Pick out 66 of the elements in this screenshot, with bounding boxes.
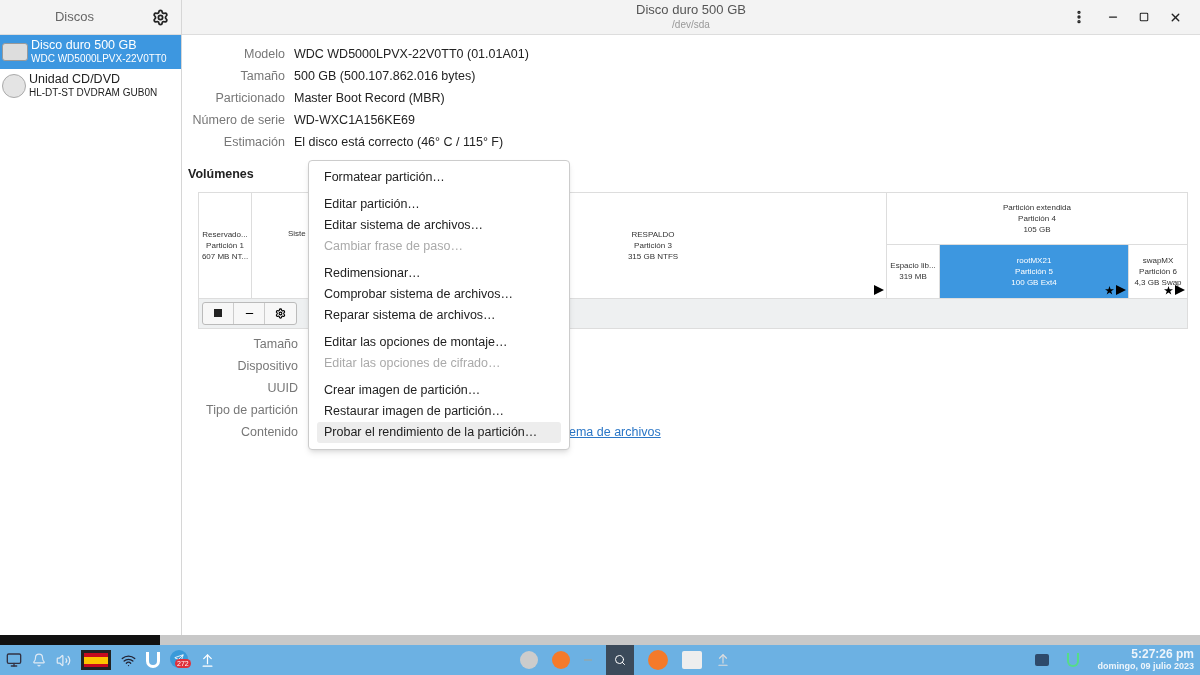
partition-label: Espacio lib... (890, 260, 936, 272)
desktop-icon[interactable] (6, 652, 22, 668)
partition-block[interactable]: Espacio lib... 319 MB (887, 244, 940, 298)
wifi-icon[interactable] (121, 652, 136, 668)
filesystem-link[interactable]: ema de archivos (569, 423, 661, 443)
gears-icon (275, 307, 286, 319)
partition-label: 100 GB Ext4 (1011, 276, 1057, 288)
menu-item[interactable]: Probar el rendimiento de la partición… (317, 422, 561, 443)
field-label: Número de serie (191, 111, 285, 129)
partition-label: rootMX21 (1016, 254, 1052, 266)
menu-item[interactable]: Restaurar imagen de partición… (317, 401, 561, 422)
stop-icon (214, 309, 222, 318)
search-icon (614, 654, 626, 666)
partition-label: 4,3 GB Swap (1134, 276, 1182, 288)
partition-label: 105 GB (1023, 223, 1051, 235)
disk-name: Disco duro 500 GB (31, 39, 138, 52)
partition-label: Siste (288, 227, 306, 239)
disk-model: HL-DT-ST DVDRAM GUB0N (29, 86, 158, 99)
search-app-button[interactable] (606, 645, 634, 675)
partition-block[interactable]: swapMX Partición 6 4,3 GB Swap (1129, 244, 1187, 298)
maximize-icon[interactable] (1139, 12, 1149, 22)
eject-icon[interactable] (200, 652, 215, 668)
field-label: Tipo de partición (205, 402, 298, 420)
field-label: UUID (266, 380, 298, 398)
hard-drive-icon (2, 43, 28, 61)
field-value: WD-WXC1A156KE69 (294, 111, 415, 129)
field-label: Tamaño (239, 67, 285, 85)
partition-label: Partición 6 (1139, 265, 1177, 277)
window-title: Disco duro 500 GB (636, 2, 746, 17)
partition-label: 315 GB NTFS (627, 250, 679, 262)
field-label: Contenido (240, 424, 298, 442)
field-value: 500 GB (500.107.862.016 bytes) (294, 67, 476, 85)
menu-item[interactable]: Reparar sistema de archivos… (317, 305, 561, 326)
partition-label: Partición extendida (1002, 201, 1071, 213)
settings-icon[interactable] (152, 8, 169, 26)
partition-block[interactable]: Partición extendida Partición 4 105 GB (887, 192, 1187, 245)
field-label: Estimación (222, 133, 285, 151)
partition-label: 607 MB NT... (201, 250, 249, 262)
window-subtitle: /dev/sda (672, 18, 710, 32)
menu-item[interactable]: Formatear partición… (317, 167, 561, 188)
partition-label: Partición 1 (206, 239, 244, 251)
sidebar-title: Discos (55, 8, 94, 27)
section-title: Volúmenes (188, 166, 254, 183)
partition-block[interactable]: Reservado... Partición 1 607 MB NT... (199, 192, 252, 298)
partition-label: Reservado... (202, 228, 248, 240)
disk-item[interactable]: Unidad CD/DVD HL-DT-ST DVDRAM GUB0N (0, 69, 181, 103)
partition-label: Partición 5 (1015, 265, 1053, 277)
disk-name: Unidad CD/DVD (29, 73, 121, 86)
field-label: Modelo (243, 45, 285, 63)
partition-label: Partición 3 (634, 239, 672, 251)
partition-label: RESPALDO (631, 228, 675, 240)
disk-model: WDC WD5000LPVX-22V0TT0 (31, 52, 167, 65)
flag-icon[interactable] (81, 650, 111, 670)
partition-label: Partición 4 (1018, 212, 1056, 224)
field-label: Particionado (214, 89, 285, 107)
clock-time: 5:27:26 pm (1131, 648, 1194, 660)
field-label: Dispositivo (236, 358, 298, 376)
field-value: El disco está correcto (46° C / 115° F) (294, 133, 504, 151)
menu-item[interactable]: Crear imagen de partición… (317, 380, 561, 401)
partition-label: swapMX (1142, 254, 1174, 266)
field-value: Master Boot Record (MBR) (294, 89, 445, 107)
menu-item[interactable]: Editar las opciones de montaje… (317, 332, 561, 353)
field-value: WDC WD5000LPVX-22V0TT0 (01.01A01) (294, 45, 529, 63)
field-label: Tamaño (252, 336, 298, 354)
clock-date: domingo, 09 julio 2023 (1097, 661, 1194, 672)
partition-label: 319 MB (899, 271, 927, 283)
